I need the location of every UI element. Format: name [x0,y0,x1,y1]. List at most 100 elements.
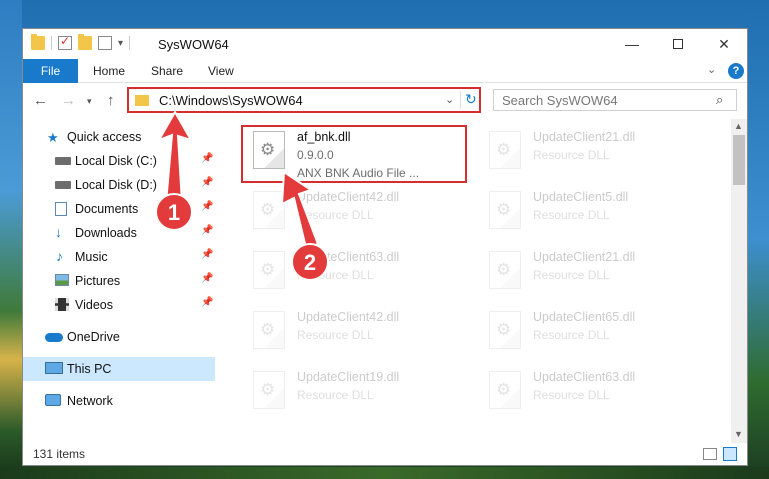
back-arrow-icon[interactable]: ← [33,92,48,109]
scroll-down-icon[interactable]: ▼ [734,429,743,439]
sidebar-item-pictures[interactable]: Pictures 📌 [23,269,215,293]
pin-icon[interactable]: 📌 [201,273,213,284]
pin-icon[interactable]: 📌 [201,249,213,260]
pin-icon[interactable]: 📌 [201,177,213,188]
sidebar-item-network[interactable]: Network [23,389,215,413]
dll-file-icon [253,251,285,289]
file-item[interactable]: UpdateClient65.dll Resource DLL [481,305,711,361]
sidebar-item-downloads[interactable]: ↓ Downloads 📌 [23,221,215,245]
recent-locations-icon[interactable]: ▾ [87,96,92,107]
search-icon[interactable]: ⌕ [716,92,723,108]
file-item[interactable]: UpdateClient21.dll Resource DLL [481,245,711,301]
dll-file-icon [253,311,285,349]
explorer-window: ▾ SysWOW64 — ✕ File Home Share View ⌄ ? … [22,28,748,466]
sidebar-item-label: OneDrive [67,330,120,344]
properties-check-icon[interactable] [58,34,72,50]
pictures-icon [55,274,69,286]
maximize-icon [673,39,683,49]
desktop-background-left [0,0,22,479]
folder-icon [135,95,149,106]
file-item[interactable]: UpdateClient5.dll Resource DLL [481,185,711,241]
toolbar-separator [129,36,131,50]
music-icon: ♪ [56,248,63,264]
pin-icon[interactable]: 📌 [201,201,213,212]
chevron-down-icon[interactable]: ⌄ [445,93,454,106]
title-bar: ▾ SysWOW64 — ✕ [23,29,747,61]
desktop-background-bottom [0,467,769,479]
ribbon-tabs: File Home Share View ⌄ ? [23,59,747,83]
close-button[interactable]: ✕ [701,29,747,59]
file-item[interactable]: UpdateClient21.dll Resource DLL [481,125,711,181]
address-path[interactable]: C:\Windows\SysWOW64 [159,93,303,108]
quick-access-toolbar: ▾ [31,34,131,50]
tab-view[interactable]: View [196,59,246,83]
address-bar[interactable]: C:\Windows\SysWOW64 ⌄ ↻ [127,87,481,113]
sidebar-item-onedrive[interactable]: OneDrive [23,325,215,349]
network-icon [45,394,61,406]
file-description: Resource DLL [297,388,374,402]
sidebar-item-videos[interactable]: Videos 📌 [23,293,215,317]
navigation-pane: ★ Quick access Local Disk (C:) 📌 Local D… [23,121,215,443]
dll-file-icon [489,131,521,169]
ribbon-expand-icon[interactable]: ⌄ [707,63,716,76]
file-name: UpdateClient63.dll [297,250,400,264]
file-item[interactable]: UpdateClient42.dll Resource DLL [245,305,475,361]
pin-icon[interactable]: 📌 [201,297,213,308]
file-item[interactable]: UpdateClient63.dll Resource DLL [481,365,711,421]
file-item[interactable]: UpdateClient19.dll Resource DLL [245,365,475,421]
dll-file-icon [253,191,285,229]
sidebar-item-local-disk-c[interactable]: Local Disk (C:) 📌 [23,149,215,173]
computer-icon [45,362,63,374]
details-view-icon[interactable] [703,448,717,460]
file-name: UpdateClient19.dll [297,370,400,384]
star-icon: ★ [47,130,59,145]
sidebar-item-documents[interactable]: Documents 📌 [23,197,215,221]
file-description: Resource DLL [533,328,610,342]
pin-icon[interactable]: 📌 [201,225,213,236]
sidebar-item-quick-access[interactable]: ★ Quick access [23,125,215,149]
sidebar-item-label: Quick access [67,130,142,144]
sidebar-item-music[interactable]: ♪ Music 📌 [23,245,215,269]
sidebar-item-label: Videos [75,298,113,312]
tab-home[interactable]: Home [81,59,137,83]
item-count: 131 items [33,447,86,461]
new-folder-icon[interactable] [78,34,92,50]
drive-icon [55,157,71,165]
file-item[interactable]: UpdateClient63.dll Resource DLL [245,245,475,301]
large-icons-view-icon[interactable] [723,447,737,461]
dll-file-icon [489,371,521,409]
file-item[interactable]: UpdateClient42.dll Resource DLL [245,185,475,241]
refresh-icon[interactable]: ↻ [465,91,477,108]
scroll-thumb[interactable] [733,135,745,185]
file-description: Resource DLL [297,268,374,282]
dll-file-icon [489,311,521,349]
tab-file[interactable]: File [23,59,78,83]
help-icon[interactable]: ? [728,63,744,79]
pin-icon[interactable]: 📌 [201,153,213,164]
dll-file-icon [489,251,521,289]
customize-toolbar-icon[interactable] [98,36,112,50]
toolbar-separator [51,36,52,50]
sidebar-item-this-pc[interactable]: This PC [23,357,215,381]
search-input[interactable]: Search SysWOW64 ⌕ [493,89,737,111]
forward-arrow-icon[interactable]: → [61,92,76,109]
maximize-button[interactable] [655,29,701,59]
sidebar-item-label: Downloads [75,226,137,240]
close-icon: ✕ [718,35,730,52]
sidebar-item-label: Documents [75,202,139,216]
sidebar-item-label: Pictures [75,274,121,288]
file-description: Resource DLL [533,388,610,402]
file-name: UpdateClient42.dll [297,310,400,324]
file-description: Resource DLL [533,268,610,282]
minimize-button[interactable]: — [609,29,655,59]
tab-share[interactable]: Share [139,59,195,83]
toolbar-dropdown-icon[interactable]: ▾ [118,38,123,49]
vertical-scrollbar[interactable]: ▲ ▼ [731,119,747,443]
file-description: Resource DLL [297,328,374,342]
up-arrow-icon[interactable]: ↑ [107,92,115,109]
address-row: ← → ▾ ↑ C:\Windows\SysWOW64 ⌄ ↻ Search S… [23,85,747,117]
scroll-up-icon[interactable]: ▲ [734,121,743,131]
file-name: UpdateClient42.dll [297,190,400,204]
sidebar-item-local-disk-d[interactable]: Local Disk (D:) 📌 [23,173,215,197]
drive-icon [55,181,71,189]
